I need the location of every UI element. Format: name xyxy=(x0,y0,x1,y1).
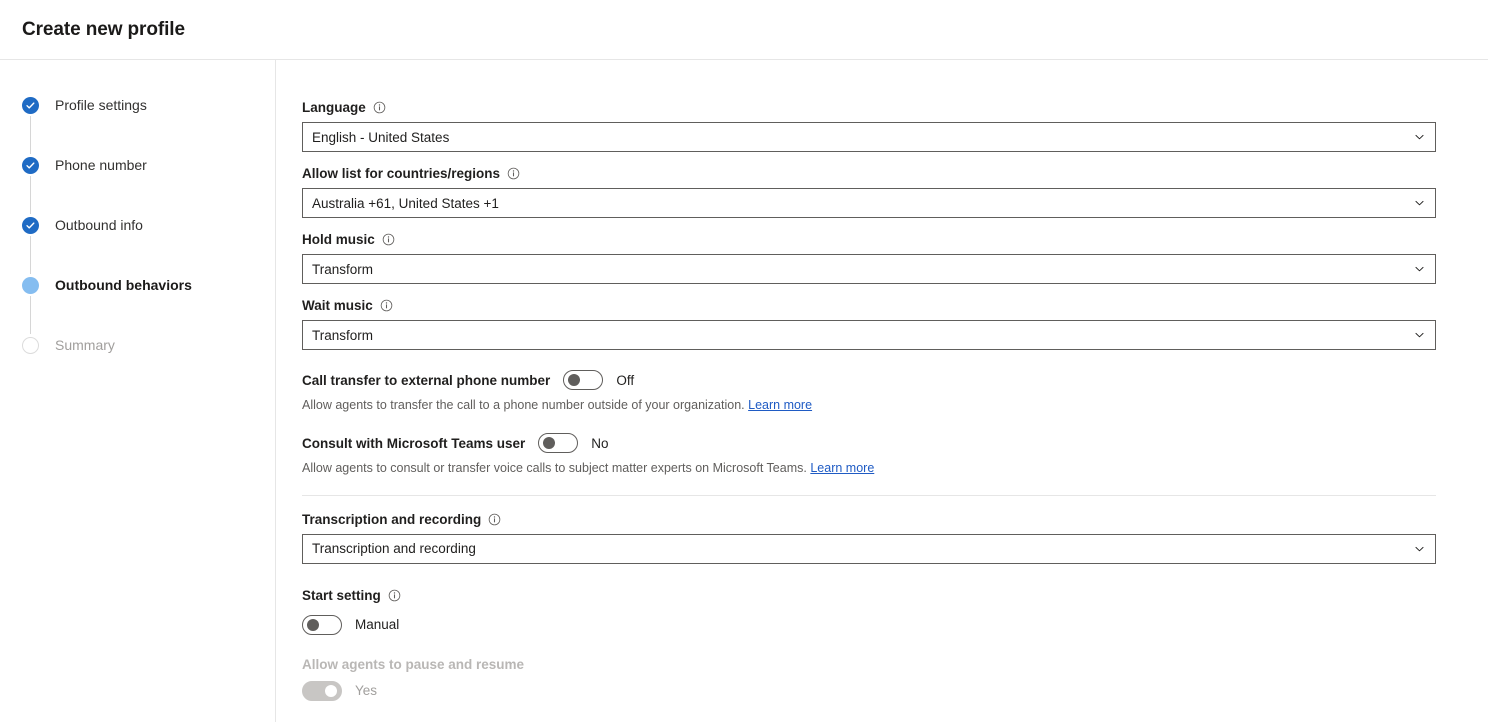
info-circle-icon[interactable] xyxy=(380,299,393,312)
field-wait-music: Wait music Transform xyxy=(302,298,1436,350)
start-setting-toggle[interactable] xyxy=(302,615,342,635)
step-complete-check-icon xyxy=(22,157,39,174)
row-call-transfer: Call transfer to external phone number O… xyxy=(302,370,1436,390)
info-circle-icon[interactable] xyxy=(382,233,395,246)
step-complete-check-icon xyxy=(22,217,39,234)
sidebar-step-label: Outbound info xyxy=(55,217,143,233)
row-pause-resume-toggle: Yes xyxy=(302,681,1436,701)
sidebar-step-label: Outbound behaviors xyxy=(55,277,192,293)
field-label: Language xyxy=(302,100,366,115)
transcription-dropdown[interactable]: Transcription and recording xyxy=(302,534,1436,564)
call-transfer-help-text: Allow agents to transfer the call to a p… xyxy=(302,398,745,412)
start-setting-label: Start setting xyxy=(302,588,381,603)
info-circle-icon[interactable] xyxy=(507,167,520,180)
main-content: Language English - United States xyxy=(276,60,1488,722)
toggle-knob xyxy=(307,619,319,631)
field-language: Language English - United States xyxy=(302,100,1436,152)
hold-music-value: Transform xyxy=(312,262,373,277)
consult-teams-state: No xyxy=(591,436,608,451)
consult-teams-help: Allow agents to consult or transfer voic… xyxy=(302,460,1436,476)
info-circle-icon[interactable] xyxy=(373,101,386,114)
field-allow-list: Allow list for countries/regions Austral… xyxy=(302,166,1436,218)
call-transfer-toggle[interactable] xyxy=(563,370,603,390)
consult-teams-toggle[interactable] xyxy=(538,433,578,453)
chevron-down-icon xyxy=(1413,197,1426,210)
toggle-knob xyxy=(543,437,555,449)
create-profile-page: Create new profile Profile settings xyxy=(0,0,1488,722)
field-transcription: Transcription and recording Transcriptio… xyxy=(302,512,1436,564)
language-value: English - United States xyxy=(312,130,449,145)
chevron-down-icon xyxy=(1413,263,1426,276)
form-container: Language English - United States xyxy=(276,60,1488,701)
step-complete-check-icon xyxy=(22,97,39,114)
page-header: Create new profile xyxy=(0,0,1488,60)
info-circle-icon[interactable] xyxy=(488,513,501,526)
field-label: Allow list for countries/regions xyxy=(302,166,500,181)
body-split: Profile settings Phone number xyxy=(0,60,1488,722)
toggle-knob xyxy=(325,685,337,697)
row-start-setting-toggle: Manual xyxy=(302,615,1436,635)
call-transfer-label: Call transfer to external phone number xyxy=(302,373,550,388)
sidebar-step-outbound-behaviors[interactable]: Outbound behaviors xyxy=(22,274,275,296)
info-circle-icon[interactable] xyxy=(388,589,401,602)
sidebar-step-label: Phone number xyxy=(55,157,147,173)
call-transfer-learn-more-link[interactable]: Learn more xyxy=(748,398,812,412)
toggle-knob xyxy=(568,374,580,386)
field-hold-music: Hold music Transform xyxy=(302,232,1436,284)
wizard-sidebar: Profile settings Phone number xyxy=(0,60,276,722)
step-pending-circle-icon xyxy=(22,337,39,354)
chevron-down-icon xyxy=(1413,131,1426,144)
field-label-row: Hold music xyxy=(302,232,1436,247)
allow-list-dropdown[interactable]: Australia +61, United States +1 xyxy=(302,188,1436,218)
sidebar-step-outbound-info[interactable]: Outbound info xyxy=(22,214,275,236)
block-pause-resume: Allow agents to pause and resume Yes xyxy=(302,657,1436,701)
field-label: Transcription and recording xyxy=(302,512,481,527)
allow-list-value: Australia +61, United States +1 xyxy=(312,196,499,211)
section-divider xyxy=(302,495,1436,496)
pause-resume-state: Yes xyxy=(355,683,377,698)
wait-music-value: Transform xyxy=(312,328,373,343)
wizard-steps: Profile settings Phone number xyxy=(0,94,275,356)
page-title: Create new profile xyxy=(22,19,185,41)
sidebar-step-summary[interactable]: Summary xyxy=(22,334,275,356)
sidebar-step-label: Profile settings xyxy=(55,97,147,113)
pause-resume-label: Allow agents to pause and resume xyxy=(302,657,1436,672)
chevron-down-icon xyxy=(1413,329,1426,342)
call-transfer-state: Off xyxy=(616,373,634,388)
field-label: Wait music xyxy=(302,298,373,313)
field-label-row: Language xyxy=(302,100,1436,115)
transcription-value: Transcription and recording xyxy=(312,541,476,556)
consult-teams-learn-more-link[interactable]: Learn more xyxy=(810,461,874,475)
call-transfer-help: Allow agents to transfer the call to a p… xyxy=(302,397,1436,413)
chevron-down-icon xyxy=(1413,542,1426,555)
sidebar-step-label: Summary xyxy=(55,337,115,353)
field-label-row: Allow list for countries/regions xyxy=(302,166,1436,181)
field-label-row: Start setting xyxy=(302,588,1436,603)
hold-music-dropdown[interactable]: Transform xyxy=(302,254,1436,284)
step-active-dot-icon xyxy=(22,277,39,294)
field-label: Hold music xyxy=(302,232,375,247)
start-setting-state: Manual xyxy=(355,617,399,632)
consult-teams-help-text: Allow agents to consult or transfer voic… xyxy=(302,461,807,475)
field-label-row: Wait music xyxy=(302,298,1436,313)
sidebar-step-profile-settings[interactable]: Profile settings xyxy=(22,94,275,116)
consult-teams-label: Consult with Microsoft Teams user xyxy=(302,436,525,451)
row-consult-teams: Consult with Microsoft Teams user No xyxy=(302,433,1436,453)
sidebar-step-phone-number[interactable]: Phone number xyxy=(22,154,275,176)
wait-music-dropdown[interactable]: Transform xyxy=(302,320,1436,350)
field-label-row: Transcription and recording xyxy=(302,512,1436,527)
language-dropdown[interactable]: English - United States xyxy=(302,122,1436,152)
pause-resume-toggle xyxy=(302,681,342,701)
block-start-setting: Start setting Manu xyxy=(302,588,1436,635)
